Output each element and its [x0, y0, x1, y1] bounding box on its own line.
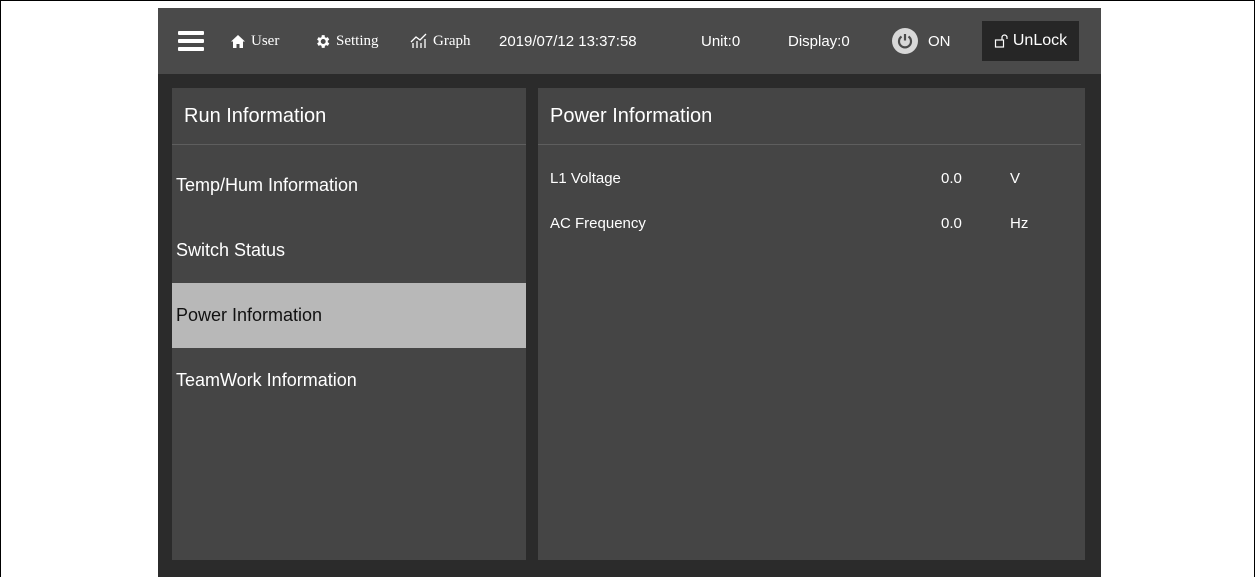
power-info-panel: Power Information L1 Voltage 0.0 V AC Fr… [538, 88, 1085, 560]
gear-icon [314, 33, 331, 50]
row-label: L1 Voltage [550, 170, 621, 187]
display-indicator: Display:0 [788, 32, 850, 50]
datetime-display: 2019/07/12 13:37:58 [499, 32, 637, 50]
menu-item-power-info[interactable]: Power Information [172, 283, 526, 348]
run-info-title: Run Information [172, 88, 526, 145]
nav-graph-label: Graph [433, 32, 471, 49]
power-state-label: ON [928, 32, 951, 50]
menu-item-switch-status[interactable]: Switch Status [172, 218, 526, 283]
top-bar: User Setting Graph 2019/07/12 13:37:58 U… [158, 8, 1101, 74]
power-toggle[interactable]: ON [892, 8, 951, 74]
unlock-icon [994, 34, 1008, 48]
home-icon [230, 34, 246, 49]
row-label: AC Frequency [550, 215, 646, 232]
nav-graph-button[interactable]: Graph [410, 8, 471, 74]
menu-item-temp-hum[interactable]: Temp/Hum Information [172, 153, 526, 218]
graph-icon [410, 33, 428, 49]
nav-setting-button[interactable]: Setting [314, 8, 379, 74]
run-info-menu: Run Information Temp/Hum Information Swi… [172, 88, 526, 560]
nav-user-label: User [251, 32, 280, 49]
row-unit: V [1010, 170, 1021, 187]
menu-item-teamwork[interactable]: TeamWork Information [172, 348, 526, 413]
nav-user-button[interactable]: User [230, 8, 279, 74]
unit-indicator: Unit:0 [701, 32, 741, 50]
row-unit: Hz [1010, 215, 1029, 232]
unlock-label: UnLock [1012, 32, 1068, 49]
data-row: AC Frequency 0.0 Hz [538, 215, 1085, 237]
power-info-title: Power Information [538, 88, 1081, 145]
row-value: 0.0 [941, 170, 962, 187]
unlock-button[interactable]: UnLock [982, 21, 1079, 61]
row-value: 0.0 [941, 215, 962, 232]
device-screen: User Setting Graph 2019/07/12 13:37:58 U… [158, 8, 1101, 577]
data-row: L1 Voltage 0.0 V [538, 170, 1085, 192]
power-icon [892, 28, 918, 54]
nav-setting-label: Setting [336, 32, 379, 49]
menu-icon[interactable] [178, 8, 204, 74]
